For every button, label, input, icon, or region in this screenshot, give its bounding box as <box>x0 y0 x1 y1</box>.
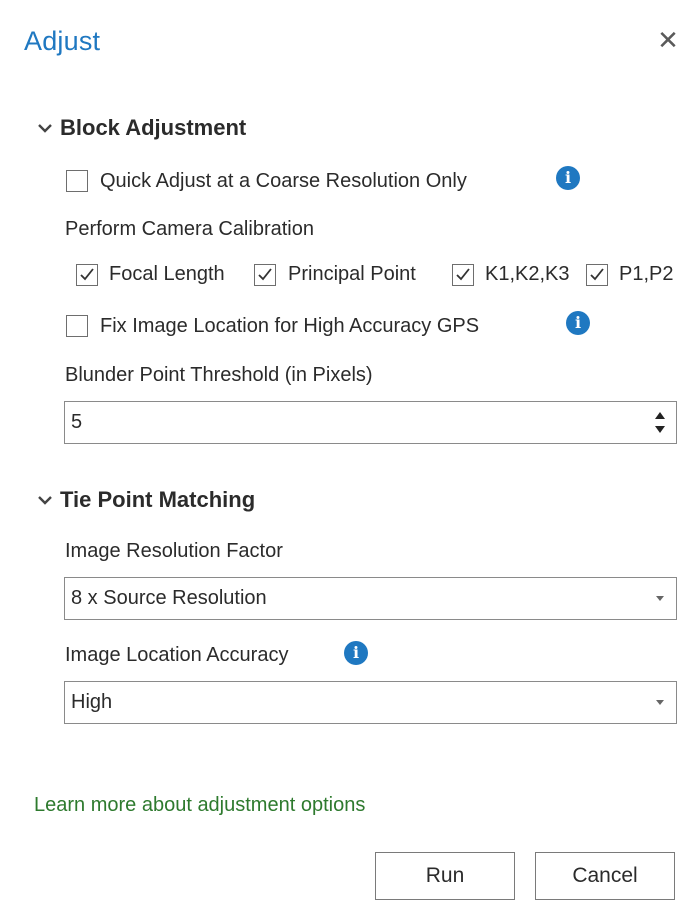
image-location-accuracy-select[interactable]: High <box>64 681 677 724</box>
cancel-button[interactable]: Cancel <box>535 852 675 900</box>
principal-point-label: Principal Point <box>288 263 416 285</box>
image-location-accuracy-value: High <box>71 691 113 713</box>
run-button[interactable]: Run <box>375 852 515 900</box>
dropdown-arrow-icon <box>656 596 664 601</box>
dialog-title: Adjust <box>24 26 101 56</box>
block-adjustment-header[interactable]: Block Adjustment <box>34 113 246 143</box>
tie-point-matching-header[interactable]: Tie Point Matching <box>34 485 255 515</box>
focal-length-label: Focal Length <box>109 263 225 285</box>
tie-point-matching-heading: Tie Point Matching <box>60 487 256 512</box>
blunder-threshold-input[interactable]: 5 <box>64 401 677 444</box>
learn-more-link[interactable]: Learn more about adjustment options <box>34 794 365 817</box>
quick-adjust-checkbox[interactable] <box>66 170 88 192</box>
spinner-arrows-icon[interactable] <box>654 409 666 437</box>
image-resolution-factor-select[interactable]: 8 x Source Resolution <box>64 577 677 620</box>
info-icon[interactable]: i <box>566 311 590 335</box>
p1p2-label: P1,P2 <box>619 263 674 285</box>
block-adjustment-heading: Block Adjustment <box>60 115 247 140</box>
image-location-accuracy-label: Image Location Accuracy <box>65 644 289 666</box>
chevron-down-icon <box>38 496 52 505</box>
dropdown-arrow-icon <box>656 700 664 705</box>
quick-adjust-label: Quick Adjust at a Coarse Resolution Only <box>100 170 467 192</box>
k1k2k3-checkbox[interactable] <box>452 264 474 286</box>
info-icon[interactable]: i <box>344 641 368 665</box>
close-icon[interactable]: ✕ <box>654 22 682 58</box>
chevron-down-icon <box>38 124 52 133</box>
fix-image-location-label: Fix Image Location for High Accuracy GPS <box>100 315 480 337</box>
p1p2-checkbox[interactable] <box>586 264 608 286</box>
image-resolution-factor-value: 8 x Source Resolution <box>71 587 267 609</box>
blunder-threshold-value: 5 <box>71 411 83 433</box>
image-resolution-factor-label: Image Resolution Factor <box>65 540 283 562</box>
camera-calibration-label: Perform Camera Calibration <box>65 218 314 240</box>
check-mark-icon <box>590 268 604 281</box>
check-mark-icon <box>456 268 470 281</box>
principal-point-checkbox[interactable] <box>254 264 276 286</box>
fix-image-location-checkbox[interactable] <box>66 315 88 337</box>
focal-length-checkbox[interactable] <box>76 264 98 286</box>
k1k2k3-label: K1,K2,K3 <box>485 263 570 285</box>
check-mark-icon <box>80 268 94 281</box>
adjust-dialog: Adjust ✕ Block Adjustment Quick Adjust a… <box>0 0 688 922</box>
check-mark-icon <box>258 268 272 281</box>
info-icon[interactable]: i <box>556 166 580 190</box>
blunder-threshold-label: Blunder Point Threshold (in Pixels) <box>65 364 373 386</box>
